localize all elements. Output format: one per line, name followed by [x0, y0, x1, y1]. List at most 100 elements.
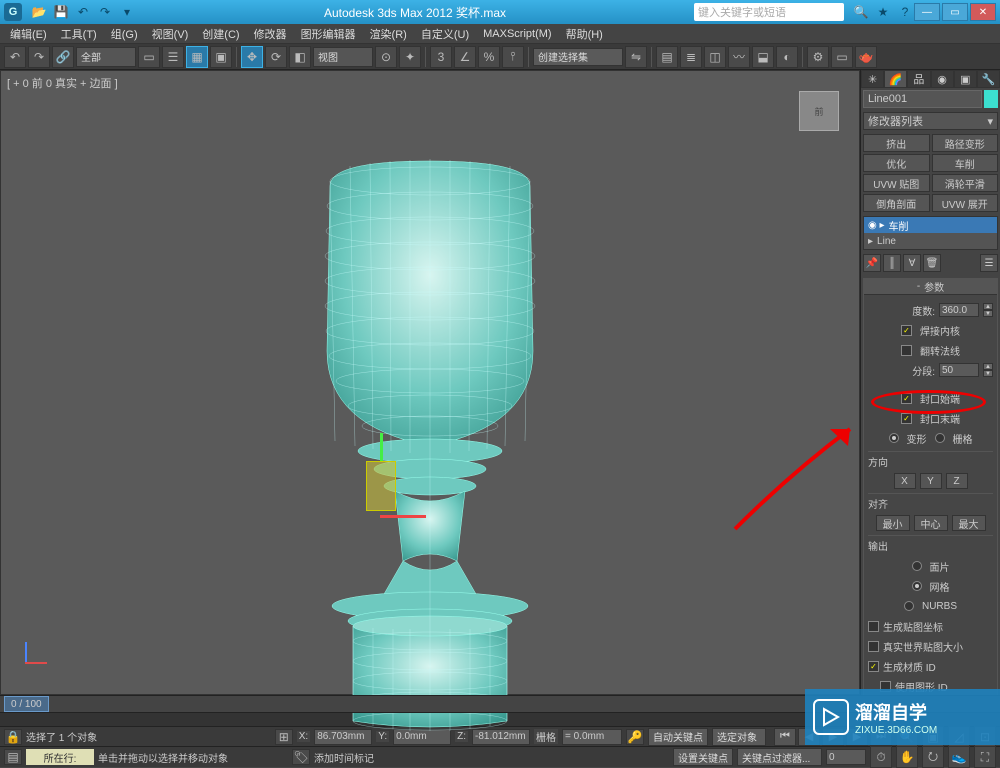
- qat-dropdown-icon[interactable]: ▾: [118, 3, 136, 21]
- trophy-model[interactable]: [295, 151, 565, 731]
- tab-modify-icon[interactable]: 🌈: [884, 70, 907, 88]
- minimize-button[interactable]: —: [914, 3, 940, 21]
- output-mesh-radio[interactable]: [912, 581, 922, 591]
- cap-start-checkbox[interactable]: ✓: [901, 393, 912, 404]
- keyfilter-button[interactable]: 关键点过滤器...: [737, 748, 822, 766]
- percent-snap-icon[interactable]: %: [478, 46, 500, 68]
- snap-toggle-icon[interactable]: 3: [430, 46, 452, 68]
- morph-radio[interactable]: [889, 433, 899, 443]
- remove-mod-icon[interactable]: 🗑: [923, 254, 941, 272]
- select-scale-icon[interactable]: ◧: [289, 46, 311, 68]
- infocenter-search-icon[interactable]: 🔍: [852, 3, 870, 21]
- modifier-stack[interactable]: ◉ ▸车削 ▸Line: [863, 216, 998, 250]
- viewport-label[interactable]: [ + 0 前 0 真实 + 边面 ]: [7, 75, 118, 91]
- show-result-icon[interactable]: ║: [883, 254, 901, 272]
- spin-down-icon[interactable]: ▼: [983, 310, 993, 317]
- spinner-snap-icon[interactable]: ⫯: [502, 46, 524, 68]
- autokey-button[interactable]: 自动关键点: [648, 728, 708, 746]
- graphite-icon[interactable]: ◫: [704, 46, 726, 68]
- align-icon[interactable]: ▤: [656, 46, 678, 68]
- view-cube[interactable]: 前: [799, 91, 839, 131]
- menu-help[interactable]: 帮助(H): [560, 24, 609, 44]
- grid-radio[interactable]: [935, 433, 945, 443]
- move-gizmo[interactable]: [366, 461, 396, 511]
- btn-extrude[interactable]: 挤出: [863, 134, 930, 152]
- output-patch-radio[interactable]: [912, 561, 922, 571]
- nav-pan-icon[interactable]: ✋: [896, 746, 918, 768]
- script-listener-icon[interactable]: ▤: [4, 749, 22, 765]
- realworld-checkbox[interactable]: [868, 641, 879, 652]
- selection-filter-dropdown[interactable]: 全部: [76, 47, 136, 67]
- add-time-tag[interactable]: 添加时间标记: [314, 750, 374, 765]
- selset2-field[interactable]: 选定对象: [712, 728, 766, 746]
- btn-uvwmap[interactable]: UVW 贴图: [863, 174, 930, 192]
- cap-end-checkbox[interactable]: ✓: [901, 413, 912, 424]
- menu-tools[interactable]: 工具(T): [55, 24, 103, 44]
- tab-hierarchy-icon[interactable]: 品: [907, 70, 930, 88]
- infocenter-help-icon[interactable]: ?: [896, 3, 914, 21]
- select-move-icon[interactable]: ✥: [241, 46, 263, 68]
- qat-undo-icon[interactable]: ↶: [74, 3, 92, 21]
- select-object-icon[interactable]: ▭: [138, 46, 160, 68]
- align-center-button[interactable]: 中心: [914, 515, 948, 531]
- align-max-button[interactable]: 最大: [952, 515, 986, 531]
- menu-group[interactable]: 组(G): [105, 24, 144, 44]
- seg-up-icon[interactable]: ▲: [983, 363, 993, 370]
- select-name-icon[interactable]: ☰: [162, 46, 184, 68]
- menu-rendering[interactable]: 渲染(R): [364, 24, 413, 44]
- weld-core-checkbox[interactable]: ✓: [901, 325, 912, 336]
- current-frame-field[interactable]: 0: [826, 749, 866, 765]
- spin-up-icon[interactable]: ▲: [983, 303, 993, 310]
- angle-snap-icon[interactable]: ∠: [454, 46, 476, 68]
- object-name-field[interactable]: Line001: [863, 90, 982, 108]
- degrees-spinner[interactable]: 360.0: [939, 303, 979, 317]
- menu-modifiers[interactable]: 修改器: [248, 24, 293, 44]
- object-color-swatch[interactable]: [984, 90, 998, 108]
- layers-icon[interactable]: ≣: [680, 46, 702, 68]
- rollout-header[interactable]: -参数: [864, 279, 997, 295]
- tab-motion-icon[interactable]: ◉: [931, 70, 954, 88]
- menu-grapheditors[interactable]: 图形编辑器: [295, 24, 362, 44]
- stack-item-line[interactable]: ▸Line: [864, 233, 997, 249]
- key-mode-icon[interactable]: 🔑: [626, 729, 644, 745]
- gizmo-y-axis-icon[interactable]: [380, 433, 383, 461]
- select-rect-icon[interactable]: ▦: [186, 46, 208, 68]
- gizmo-x-axis-icon[interactable]: [380, 515, 426, 518]
- select-manip-icon[interactable]: ✦: [399, 46, 421, 68]
- modifier-list-dropdown[interactable]: 修改器列表▾: [863, 112, 998, 130]
- tab-create-icon[interactable]: ✳: [861, 70, 884, 88]
- window-crossing-icon[interactable]: ▣: [210, 46, 232, 68]
- goto-start-icon[interactable]: ⏮: [774, 728, 796, 746]
- make-unique-icon[interactable]: ∀: [903, 254, 921, 272]
- schematic-icon[interactable]: ⬓: [752, 46, 774, 68]
- frame-indicator[interactable]: 0 / 100: [4, 696, 49, 712]
- btn-lathe[interactable]: 车削: [932, 154, 999, 172]
- isolate-icon[interactable]: ⊞: [275, 729, 293, 745]
- qat-save-icon[interactable]: 💾: [52, 3, 70, 21]
- undo-icon[interactable]: ↶: [4, 46, 26, 68]
- help-search-input[interactable]: 键入关键字或短语: [694, 3, 844, 21]
- direction-y-button[interactable]: Y: [920, 473, 942, 489]
- qat-redo-icon[interactable]: ↷: [96, 3, 114, 21]
- btn-bevelprofile[interactable]: 倒角剖面: [863, 194, 930, 212]
- pin-stack-icon[interactable]: 📌: [863, 254, 881, 272]
- direction-z-button[interactable]: Z: [946, 473, 968, 489]
- nav-maxview-icon[interactable]: ⛶: [974, 746, 996, 768]
- select-rotate-icon[interactable]: ⟳: [265, 46, 287, 68]
- output-nurbs-radio[interactable]: [904, 601, 914, 611]
- named-selection-set[interactable]: 创建选择集: [533, 48, 623, 66]
- menu-edit[interactable]: 编辑(E): [4, 24, 53, 44]
- close-button[interactable]: ✕: [970, 3, 996, 21]
- genmap-checkbox[interactable]: [868, 621, 879, 632]
- setkey-button[interactable]: 设置关键点: [673, 748, 733, 766]
- viewport-front[interactable]: [ + 0 前 0 真实 + 边面 ] 前: [0, 70, 860, 695]
- rendered-frame-icon[interactable]: ▭: [831, 46, 853, 68]
- tab-display-icon[interactable]: ▣: [954, 70, 977, 88]
- curve-editor-icon[interactable]: 〰: [728, 46, 750, 68]
- btn-optimize[interactable]: 优化: [863, 154, 930, 172]
- seg-down-icon[interactable]: ▼: [983, 370, 993, 377]
- qat-open-icon[interactable]: 📂: [30, 3, 48, 21]
- menu-create[interactable]: 创建(C): [196, 24, 245, 44]
- segments-spinner[interactable]: 50: [939, 363, 979, 377]
- link-icon[interactable]: 🔗: [52, 46, 74, 68]
